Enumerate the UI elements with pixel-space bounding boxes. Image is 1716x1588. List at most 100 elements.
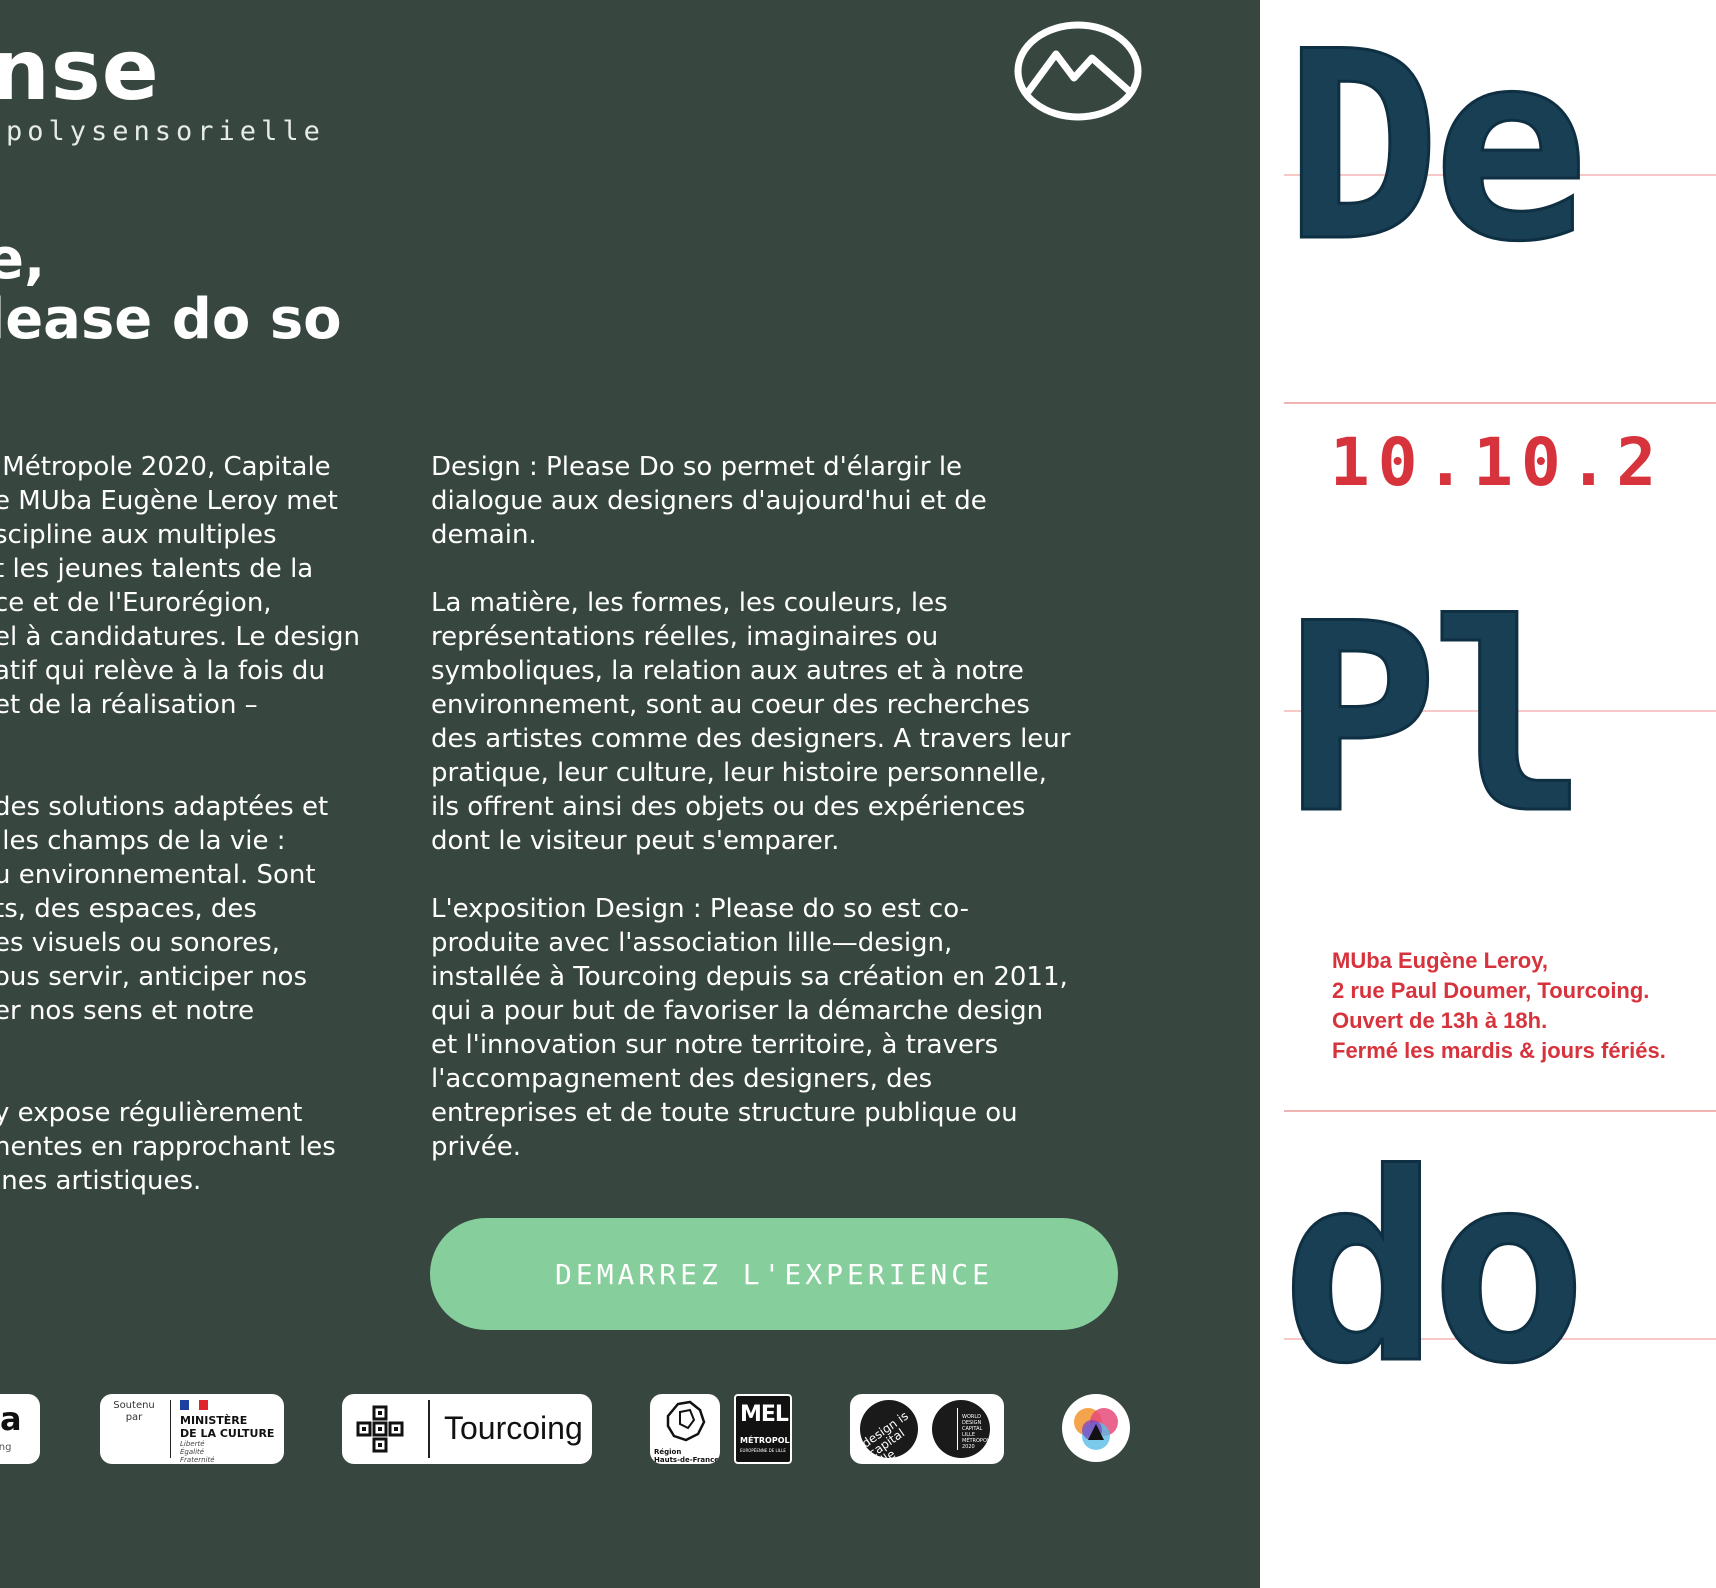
tourcoing-logo[interactable]: Tourcoing (342, 1394, 592, 1464)
ministry-motto: Liberté Égalité Fraternité (180, 1440, 215, 1464)
poster-address-line: MUba Eugène Leroy, (1332, 948, 1548, 973)
intro-right-line: privée. (431, 1132, 522, 1162)
intro-left-line: ce et de l'Eurorégion, (0, 588, 272, 618)
intro-left-line: atif qui relève à la fois du (0, 656, 325, 686)
intro-right-line: et l'innovation sur notre territoire, à … (431, 1030, 999, 1060)
region-label-line-1: Région (654, 1448, 682, 1456)
poster-word-please: Pl (1280, 569, 1588, 871)
poster-word-design: De (1282, 0, 1590, 299)
ministry-culture-logo[interactable]: Soutenu par MINISTÈRE DE LA CULTURE Libe… (100, 1394, 284, 1464)
intro-right-line: environnement, sont au coeur des recherc… (431, 690, 1030, 720)
intro-right-line: installée à Tourcoing depuis sa création… (431, 962, 1068, 992)
headline-line-2: lease do so (0, 287, 342, 352)
intro-left-line: y expose régulièrement (0, 1098, 303, 1128)
intro-right-line: La matière, les formes, les couleurs, le… (431, 588, 948, 618)
page-headline: e, lease do so (0, 230, 342, 350)
brand-title: nse (0, 21, 160, 119)
ministry-divider (170, 1400, 171, 1458)
muba-logo-text: a (0, 1400, 22, 1438)
intro-right-line (431, 552, 1070, 586)
mountain-circle-icon[interactable] (1014, 20, 1142, 122)
mel-logo-tagline: EUROPÉENNE DE LILLE (740, 1448, 786, 1453)
poster-date: 10.10.2 (1330, 424, 1665, 501)
muba-logo-subtext: ing (0, 1442, 12, 1453)
intro-left-line: Métropole 2020, Capitale (0, 452, 331, 482)
mel-logo-subtext: MÉTROPOLE (740, 1436, 792, 1445)
intro-right-line: l'accompagnement des designers, des (431, 1064, 933, 1094)
supported-by-label: Soutenu par (113, 1400, 155, 1423)
poster-address: MUba Eugène Leroy, 2 rue Paul Doumer, Tou… (1332, 946, 1666, 1066)
intro-left-line: e MUba Eugène Leroy met (0, 486, 338, 516)
motto-fraternite: Fraternité (180, 1456, 215, 1464)
intro-left-line: er nos sens et notre (0, 996, 255, 1026)
intro-panel: nse polysensorielle e, lease do so Métro… (0, 0, 1260, 1588)
intro-right-line: qui a pour but de favoriser la démarche … (431, 996, 1044, 1026)
intro-right-line: dont le visiteur peut s'emparer. (431, 826, 840, 856)
intro-left-line (0, 756, 360, 790)
intro-right-line: symboliques, la relation aux autres et à… (431, 656, 1024, 686)
mel-logo-text: MEL (740, 1402, 789, 1427)
colorful-blob-icon (1074, 1408, 1118, 1450)
region-label-line-2: Hauts-de-France (654, 1456, 720, 1464)
intro-right-line (431, 858, 1070, 892)
intro-right-line: entreprises et de toute structure publiq… (431, 1098, 1018, 1128)
muba-logo[interactable]: a ing (0, 1394, 40, 1464)
intro-left-line: t les jeunes talents de la (0, 554, 314, 584)
region-hauts-de-france-logo[interactable]: Région Hauts-de-France (650, 1394, 720, 1464)
poster-address-line: Ouvert de 13h à 18h. (1332, 1008, 1548, 1033)
poster-address-line: Fermé les mardis & jours fériés. (1332, 1038, 1666, 1063)
intro-right-line: ils offrent ainsi des objets ou des expé… (431, 792, 1026, 822)
intro-right-line: demain. (431, 520, 537, 550)
mel-logo[interactable]: MEL MÉTROPOLE EUROPÉENNE DE LILLE (734, 1394, 792, 1464)
french-flag-icon (180, 1400, 208, 1410)
start-experience-button[interactable]: DEMARREZ L'EXPERIENCE (430, 1218, 1118, 1330)
intro-text-left: Métropole 2020, Capitale e MUba Eugène Le… (0, 450, 360, 1198)
tourcoing-divider (428, 1400, 430, 1458)
region-map-icon (666, 1400, 706, 1442)
tourcoing-label: Tourcoing (444, 1410, 583, 1446)
intro-left-line: ous servir, anticiper nos (0, 962, 307, 992)
intro-left-line: scipline aux multiples (0, 520, 277, 550)
tourcoing-cross-icon (356, 1405, 404, 1453)
intro-left-line (0, 1062, 360, 1096)
ministry-name: MINISTÈRE DE LA CULTURE (180, 1414, 274, 1440)
intro-right-line: L'exposition Design : Please do so est c… (431, 894, 969, 924)
poster-divider-line (1284, 1110, 1716, 1112)
intro-left-line: ts, des espaces, des (0, 894, 257, 924)
partner-circle-logo[interactable] (1062, 1394, 1130, 1462)
intro-left-line: les champs de la vie : (0, 826, 286, 856)
wdc-badge-text: WORLD DESIGN CAPITAL LILLE MÉTROPOLE 202… (962, 1414, 993, 1450)
intro-left-line (0, 722, 360, 756)
world-design-capital-logo[interactable]: design is capital lille métropole WORLD … (850, 1394, 1004, 1464)
intro-left-line: des solutions adaptées et (0, 792, 329, 822)
design-is-capital-badge: design is capital lille métropole (859, 1400, 938, 1464)
poster-panel: De 10.10.2 Pl MUba Eugène Leroy, 2 rue Pa… (1260, 0, 1716, 1588)
intro-left-line: ines artistiques. (0, 1166, 202, 1196)
region-label: Région Hauts-de-France (654, 1448, 719, 1464)
poster-address-line: 2 rue Paul Doumer, Tourcoing. (1332, 978, 1650, 1003)
intro-left-line: el à candidatures. Le design (0, 622, 360, 652)
headline-line-1: e, (0, 227, 46, 292)
intro-left-line: es visuels ou sonores, (0, 928, 280, 958)
poster-word-do: do (1280, 1119, 1588, 1421)
intro-right-line: pratique, leur culture, leur histoire pe… (431, 758, 1047, 788)
motto-egalite: Égalité (180, 1448, 205, 1456)
intro-text-right: Design : Please Do so permet d'élargir l… (431, 450, 1070, 1164)
intro-right-line: des artistes comme des designers. A trav… (431, 724, 1071, 754)
intro-left-line: nentes en rapprochant les (0, 1132, 336, 1162)
ministry-name-line-1: MINISTÈRE (180, 1414, 248, 1427)
wdc-badge: WORLD DESIGN CAPITAL LILLE MÉTROPOLE 202… (932, 1400, 993, 1458)
ministry-name-line-2: DE LA CULTURE (180, 1427, 275, 1440)
poster-divider-line (1284, 402, 1716, 404)
intro-left-line: u environnemental. Sont (0, 860, 316, 890)
intro-right-line: Design : Please Do so permet d'élargir l… (431, 452, 963, 482)
start-experience-label: DEMARREZ L'EXPERIENCE (554, 1257, 993, 1291)
intro-left-line: et de la réalisation – (0, 690, 258, 720)
wdc-badge-divider (957, 1408, 958, 1450)
intro-right-line: dialogue aux designers d'aujourd'hui et … (431, 486, 987, 516)
motto-liberte: Liberté (180, 1440, 205, 1448)
brand-subtitle: polysensorielle (6, 116, 325, 147)
design-is-capital-text: design is capital lille métropole (859, 1408, 939, 1464)
intro-left-line (0, 1028, 360, 1062)
intro-right-line: représentations réelles, imaginaires ou (431, 622, 939, 652)
